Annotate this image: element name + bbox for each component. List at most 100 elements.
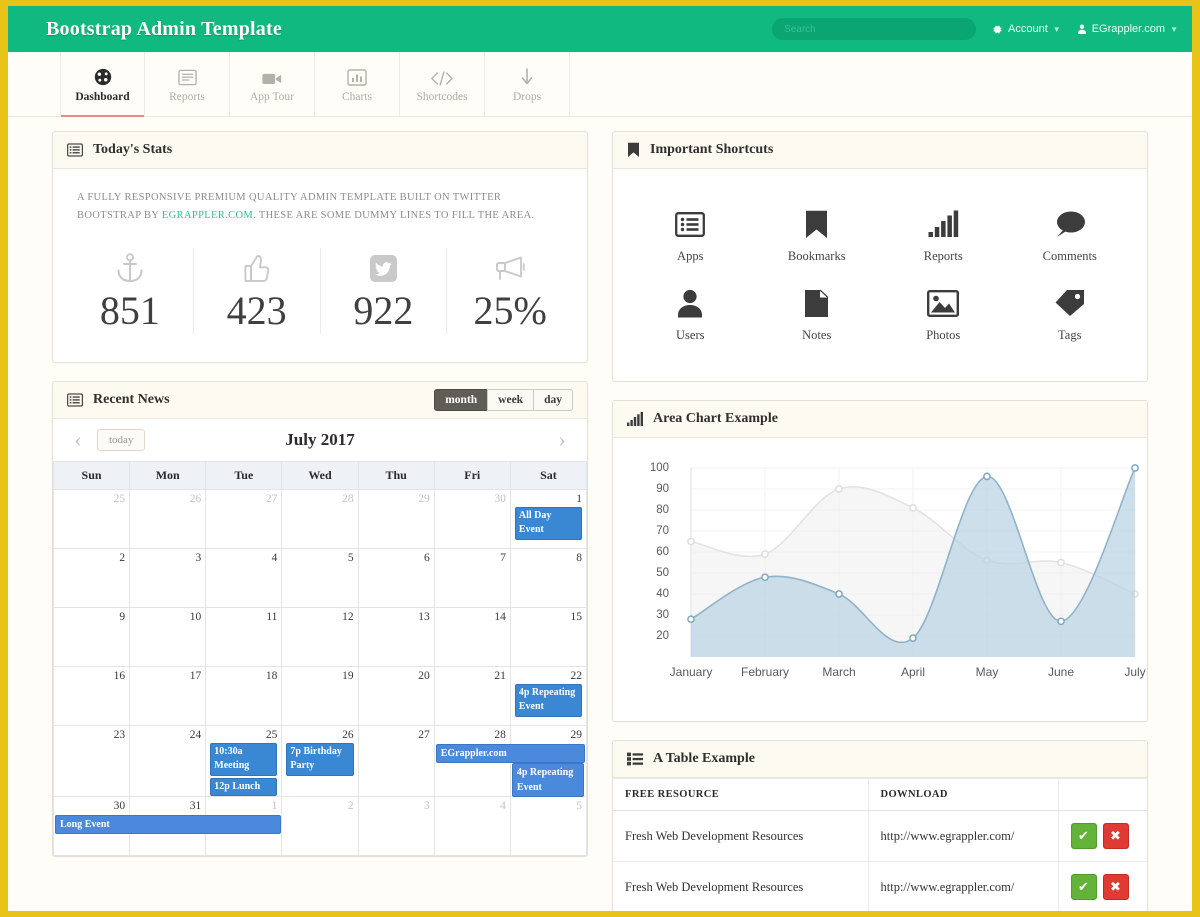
weekday-header: Sun [54, 461, 130, 489]
calendar-day-cell[interactable]: 29 [358, 489, 434, 548]
calendar-day-cell[interactable]: 2510:30a Meeting12p Lunch [206, 725, 282, 797]
day-number: 3 [134, 550, 201, 564]
calendar-day-cell[interactable]: 267p Birthday Party [282, 725, 358, 797]
shortcut-label: Tags [1007, 328, 1134, 343]
calendar-day-cell[interactable]: 25 [54, 489, 130, 548]
calendar-day-cell[interactable]: 13 [358, 607, 434, 666]
calendar-day-cell[interactable]: 8 [510, 548, 586, 607]
shortcut-reports[interactable]: Reports [880, 193, 1007, 272]
calendar-day-cell[interactable]: 27 [206, 489, 282, 548]
panel-header: Important Shortcuts [613, 132, 1147, 169]
view-week-button[interactable]: week [487, 389, 534, 411]
panel-header: Area Chart Example [613, 401, 1147, 438]
row-actions: ✔ ✖ [1071, 823, 1136, 849]
check-icon[interactable]: ✔ [1071, 874, 1097, 900]
shortcut-comments[interactable]: Comments [1007, 193, 1134, 272]
calendar-day-cell[interactable]: 7 [434, 548, 510, 607]
user-menu[interactable]: EGrappler.com ▼ [1077, 23, 1178, 35]
calendar-event[interactable]: All Day Event [515, 507, 582, 540]
cell-resource: Fresh Web Development Resources [613, 862, 868, 912]
calendar-event[interactable]: 7p Birthday Party [286, 743, 353, 776]
calendar-day-cell[interactable]: 1All Day Event [510, 489, 586, 548]
calendar-day-cell[interactable]: 2 [282, 797, 358, 856]
calendar-event[interactable]: 12p Lunch [210, 778, 277, 797]
calendar-day-cell[interactable]: 3 [358, 797, 434, 856]
calendar-day-cell[interactable]: 20 [358, 666, 434, 725]
code-brackets-icon [430, 65, 454, 87]
calendar-day-cell[interactable]: 18 [206, 666, 282, 725]
calendar-day-cell[interactable]: 27 [358, 725, 434, 797]
column-header-resource: Free Resource [613, 779, 868, 811]
panel-body: Apps Bookmarks Reports [613, 169, 1147, 381]
shortcut-label: Users [627, 328, 754, 343]
calendar-day-cell[interactable]: 5 [282, 548, 358, 607]
calendar-day-cell[interactable]: 12 [282, 607, 358, 666]
calendar-day-cell[interactable]: 24 [130, 725, 206, 797]
cell-download: http://www.egrappler.com/ [868, 811, 1058, 862]
calendar-day-cell[interactable]: 30Long Event [54, 797, 130, 856]
calendar-day-cell[interactable]: 2 [54, 548, 130, 607]
calendar-day-cell[interactable]: 3 [130, 548, 206, 607]
weekday-header: Tue [206, 461, 282, 489]
calendar-day-cell[interactable]: 4 [434, 797, 510, 856]
calendar-day-cell[interactable]: 11 [206, 607, 282, 666]
calendar-day-cell[interactable]: 14 [434, 607, 510, 666]
view-month-button[interactable]: month [434, 389, 488, 411]
day-number: 9 [58, 609, 125, 623]
tab-reports[interactable]: Reports [145, 52, 230, 116]
calendar-event-span[interactable]: EGrappler.com [436, 744, 585, 763]
calendar-day-cell[interactable]: 5 [510, 797, 586, 856]
tab-shortcodes[interactable]: Shortcodes [400, 52, 485, 116]
calendar-day-cell[interactable]: 21 [434, 666, 510, 725]
view-day-button[interactable]: day [533, 389, 573, 411]
chevron-left-icon[interactable]: ‹ [67, 429, 89, 451]
calendar-day-cell[interactable]: 17 [130, 666, 206, 725]
shortcut-apps[interactable]: Apps [627, 193, 754, 272]
day-number: 21 [439, 668, 506, 682]
calendar-day-cell[interactable]: 15 [510, 607, 586, 666]
todays-stats-panel: Today's Stats A FULLY RESPONSIVE PREMIUM… [52, 131, 588, 363]
calendar-event[interactable]: 4p Repeating Event [515, 684, 582, 717]
calendar-event-span[interactable]: Long Event [55, 815, 281, 834]
chevron-right-icon[interactable]: › [551, 429, 573, 451]
calendar-day-cell[interactable]: 9 [54, 607, 130, 666]
calendar-day-cell[interactable]: 224p Repeating Event [510, 666, 586, 725]
calendar-day-cell[interactable]: 16 [54, 666, 130, 725]
tab-dashboard[interactable]: Dashboard [60, 52, 145, 116]
cross-icon[interactable]: ✖ [1103, 874, 1129, 900]
egrappler-link[interactable]: EGRAPPLER.COM. [162, 210, 256, 221]
account-menu[interactable]: Account ▼ [992, 23, 1061, 35]
calendar-day-cell[interactable]: 10 [130, 607, 206, 666]
calendar-day-cell[interactable]: 30 [434, 489, 510, 548]
day-number: 28 [286, 491, 353, 505]
shortcut-bookmarks[interactable]: Bookmarks [754, 193, 881, 272]
area-chart-panel: Area Chart Example 1009080706050403020 J… [612, 400, 1148, 722]
account-menu-label: Account [1008, 23, 1048, 35]
tab-app-tour[interactable]: App Tour [230, 52, 315, 116]
list-panel-icon [67, 143, 83, 157]
day-number: 1 [210, 798, 277, 812]
calendar-event-span[interactable]: 4p Repeating Event [512, 763, 584, 797]
check-icon[interactable]: ✔ [1071, 823, 1097, 849]
calendar-day-cell[interactable]: 4 [206, 548, 282, 607]
today-button[interactable]: today [97, 429, 145, 451]
tab-label: App Tour [250, 91, 294, 103]
shortcut-notes[interactable]: Notes [754, 272, 881, 351]
search-input[interactable] [772, 18, 976, 40]
calendar-day-cell[interactable]: 19 [282, 666, 358, 725]
user-menu-label: EGrappler.com [1092, 23, 1165, 35]
cross-icon[interactable]: ✖ [1103, 823, 1129, 849]
tab-drops[interactable]: Drops [485, 52, 570, 116]
calendar-event[interactable]: 10:30a Meeting [210, 743, 277, 776]
day-number: 17 [134, 668, 201, 682]
shortcut-tags[interactable]: Tags [1007, 272, 1134, 351]
tab-charts[interactable]: Charts [315, 52, 400, 116]
panel-header: Today's Stats [53, 132, 587, 169]
calendar-day-cell[interactable]: 28EGrappler.com [434, 725, 510, 797]
calendar-day-cell[interactable]: 23 [54, 725, 130, 797]
shortcut-users[interactable]: Users [627, 272, 754, 351]
shortcut-photos[interactable]: Photos [880, 272, 1007, 351]
calendar-day-cell[interactable]: 26 [130, 489, 206, 548]
calendar-day-cell[interactable]: 28 [282, 489, 358, 548]
calendar-day-cell[interactable]: 6 [358, 548, 434, 607]
